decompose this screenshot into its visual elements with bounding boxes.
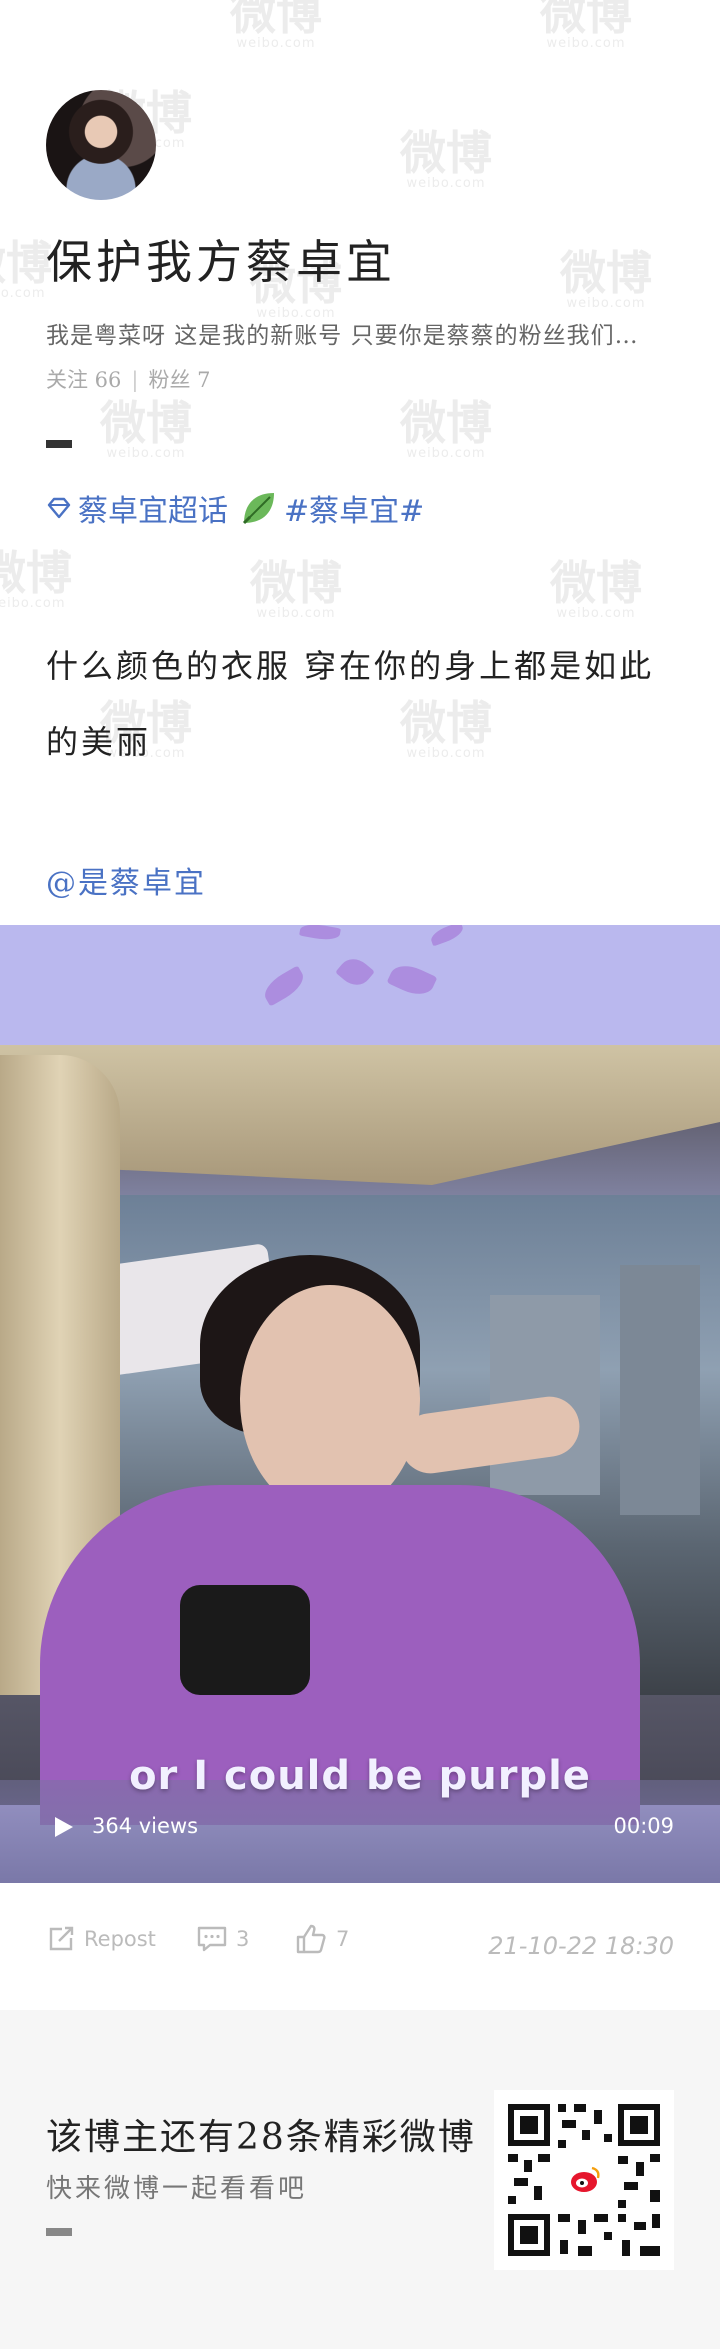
repost-icon	[49, 1926, 74, 1951]
more-posts-title[interactable]: 该博主还有28条精彩微博	[46, 2108, 476, 2160]
comment-button[interactable]: 3	[196, 1924, 249, 1954]
black-bag	[180, 1585, 310, 1695]
profile-stats: 关注 66 | 粉丝 7	[46, 364, 211, 394]
following-count[interactable]: 关注 66	[46, 368, 121, 392]
qr-code[interactable]	[494, 2090, 674, 2270]
video-duration: 00:09	[613, 1814, 674, 1838]
watermark: 微博weibo.com	[100, 396, 192, 461]
like-count: 7	[336, 1927, 350, 1951]
watermark: 微博weibo.com	[250, 556, 342, 621]
video-views: 364 views	[92, 1814, 199, 1838]
hashtag-link[interactable]: #蔡卓宜#	[284, 486, 424, 530]
mention-link[interactable]: @是蔡卓宜	[46, 858, 206, 902]
thumbs-up-icon	[296, 1924, 326, 1954]
building	[620, 1265, 700, 1515]
watermark: 微博weibo.com	[540, 0, 632, 51]
stats-divider: |	[131, 368, 139, 392]
repost-button[interactable]: Repost	[46, 1924, 156, 1954]
vegetable-leaf-icon	[242, 493, 274, 525]
play-icon[interactable]	[50, 1814, 76, 1840]
watermark: 微博weibo.com	[0, 546, 72, 611]
topic-row: 蔡卓宜超话 #蔡卓宜#	[46, 486, 424, 530]
footer-divider	[46, 2228, 72, 2236]
video-player[interactable]: or I could be purple 364 views 00:09	[0, 925, 720, 1883]
watermark: 微博weibo.com	[400, 396, 492, 461]
more-posts-subtitle: 快来微博一起看看吧	[46, 2174, 308, 2204]
video-top-band	[0, 925, 720, 1045]
post-timestamp: 21-10-22 18:30	[488, 1932, 674, 1960]
video-subtitle: or I could be purple	[129, 1753, 591, 1799]
user-bio: 我是粤菜呀 这是我的新账号 只要你是蔡蔡的粉丝我们…	[46, 323, 639, 349]
watermark: 微博weibo.com	[0, 236, 52, 301]
repost-label: Repost	[84, 1927, 156, 1951]
avatar[interactable]	[46, 90, 156, 200]
comment-count: 3	[236, 1927, 250, 1951]
diamond-icon	[47, 497, 71, 519]
face	[240, 1285, 420, 1515]
super-topic-link[interactable]: 蔡卓宜超话	[78, 486, 228, 530]
section-divider	[46, 440, 72, 448]
like-button[interactable]: 7	[294, 1922, 349, 1956]
watermark: 微博weibo.com	[230, 0, 322, 51]
user-name[interactable]: 保护我方蔡卓宜	[46, 226, 396, 292]
comment-icon	[197, 1926, 227, 1952]
watermark: 微博weibo.com	[550, 556, 642, 621]
building	[490, 1295, 600, 1495]
watermark: 微博weibo.com	[400, 126, 492, 191]
watermark: 微博weibo.com	[560, 246, 652, 311]
post-text: 什么颜色的衣服 穿在你的身上都是如此的美丽	[46, 647, 655, 761]
followers-count[interactable]: 粉丝 7	[148, 368, 210, 392]
